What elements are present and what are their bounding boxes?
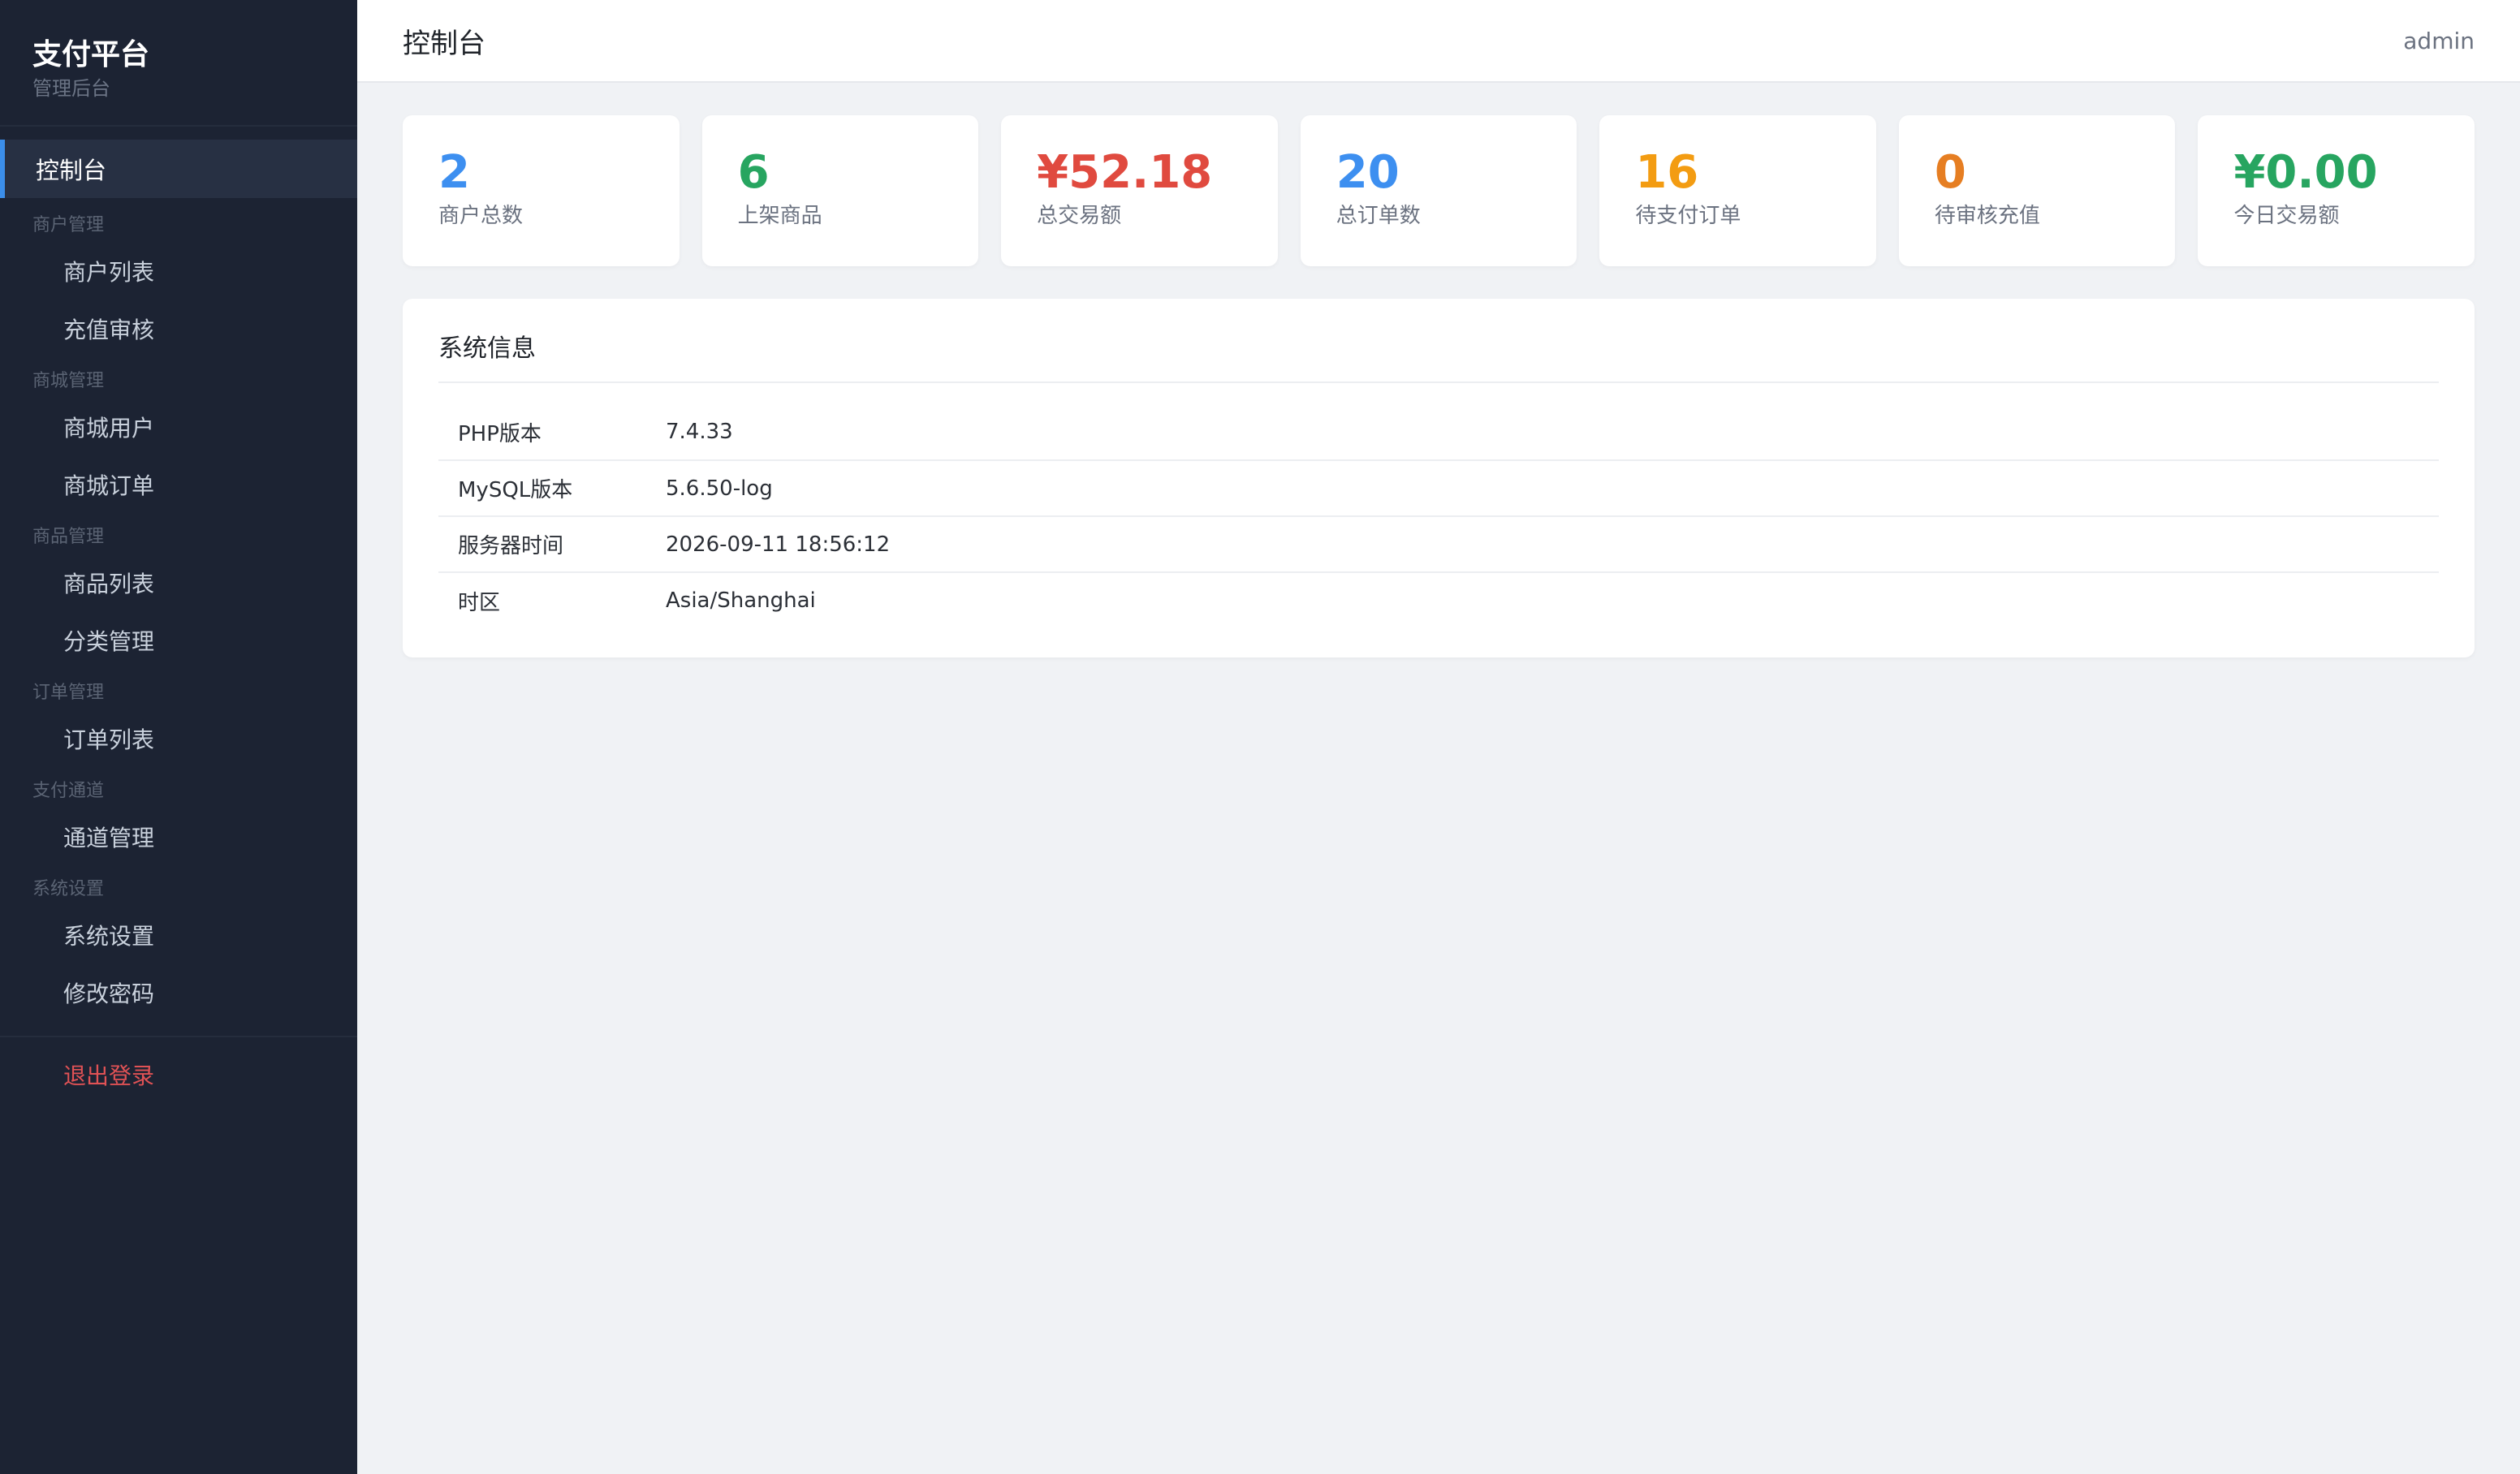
sidebar-item-system-settings[interactable]: 系统设置: [0, 906, 357, 963]
sidebar-divider: [0, 1036, 357, 1037]
info-value: Asia/Shanghai: [666, 588, 816, 613]
sidebar-item-product-list[interactable]: 商品列表: [0, 554, 357, 611]
stat-label: 商户总数: [438, 204, 524, 228]
stat-label: 待审核充值: [1934, 204, 2040, 228]
sidebar: 支付平台 管理后台 控制台 商户管理 商户列表 充值审核 商城管理 商城用户 商…: [0, 0, 357, 1474]
table-row: PHP版本 7.4.33: [438, 404, 2439, 461]
app-root: 支付平台 管理后台 控制台 商户管理 商户列表 充值审核 商城管理 商城用户 商…: [0, 0, 2520, 1474]
stat-value: 20: [1336, 146, 1400, 199]
main-area: 控制台 admin 2 商户总数 6 上架商品 ¥52.18 总交易额 20 总…: [357, 0, 2520, 1474]
info-value: 5.6.50-log: [666, 460, 2439, 517]
panel-title: 系统信息: [438, 328, 2439, 383]
stat-card-today-volume: ¥0.00 今日交易额: [2198, 115, 2475, 266]
sidebar-item-dashboard[interactable]: 控制台: [0, 140, 357, 198]
info-key: 时区: [458, 590, 501, 615]
sidebar-item-category-management[interactable]: 分类管理: [0, 611, 357, 669]
info-value: 2026-09-11 18:56:12: [666, 516, 2439, 573]
nav-group-mall: 商城管理: [32, 371, 105, 391]
stat-label: 今日交易额: [2233, 204, 2340, 228]
sidebar-item-mall-orders[interactable]: 商城订单: [0, 455, 357, 513]
info-key: 服务器时间: [438, 516, 666, 573]
stat-label: 总交易额: [1037, 204, 1122, 228]
sidebar-item-channel-management[interactable]: 通道管理: [0, 808, 357, 865]
sidebar-item-recharge-review[interactable]: 充值审核: [0, 300, 357, 357]
user-menu[interactable]: admin: [2403, 28, 2475, 54]
brand-subtitle: 管理后台: [32, 77, 110, 100]
nav-group-products: 商品管理: [32, 527, 105, 547]
sidebar-item-mall-users[interactable]: 商城用户: [0, 398, 357, 455]
table-row: 服务器时间 2026-09-11 18:56:12: [438, 516, 2439, 573]
sidebar-nav: 控制台 商户管理 商户列表 充值审核 商城管理 商城用户 商城订单 商品管理 商…: [0, 127, 357, 1099]
sidebar-item-change-password[interactable]: 修改密码: [0, 963, 357, 1021]
stat-value: 16: [1635, 146, 1699, 199]
stats-row: 2 商户总数 6 上架商品 ¥52.18 总交易额 20 总订单数 16 待支付…: [403, 115, 2475, 266]
system-info-panel: 系统信息 PHP版本 7.4.33 MySQL版本 5.6.50-log 服务器…: [403, 299, 2475, 657]
stat-card-total-orders: 20 总订单数: [1300, 115, 1577, 266]
stat-label: 总订单数: [1336, 204, 1421, 228]
stat-label: 上架商品: [737, 204, 822, 228]
stat-card-pending-payment: 16 待支付订单: [1599, 115, 1876, 266]
nav-group-system: 系统设置: [32, 879, 105, 899]
stat-value: 6: [737, 146, 770, 199]
sidebar-item-merchant-list[interactable]: 商户列表: [0, 242, 357, 300]
info-value: 7.4.33: [666, 404, 2439, 461]
stat-card-merchant-count: 2 商户总数: [403, 115, 680, 266]
stat-value: 0: [1934, 146, 1966, 199]
topbar: 控制台 admin: [357, 0, 2520, 83]
info-key: PHP版本: [438, 404, 666, 461]
stat-value: ¥52.18: [1037, 146, 1213, 199]
table-row: 时区 Asia/Shanghai: [438, 572, 2439, 628]
sidebar-item-order-list[interactable]: 订单列表: [0, 709, 357, 767]
stat-card-pending-recharge: 0 待审核充值: [1898, 115, 2176, 266]
stat-value: ¥0.00: [2233, 146, 2378, 199]
table-row: MySQL版本 5.6.50-log: [438, 460, 2439, 517]
stat-card-total-volume: ¥52.18 总交易额: [1001, 115, 1278, 266]
system-info-table: PHP版本 7.4.33 MySQL版本 5.6.50-log 服务器时间 20…: [438, 404, 2439, 628]
nav-group-payment-channel: 支付通道: [32, 781, 105, 801]
brand: 支付平台 管理后台: [0, 0, 357, 127]
page-title: 控制台: [403, 27, 485, 60]
dashboard-content: 2 商户总数 6 上架商品 ¥52.18 总交易额 20 总订单数 16 待支付…: [357, 83, 2520, 657]
nav-group-orders: 订单管理: [32, 683, 105, 703]
nav-group-merchant: 商户管理: [32, 215, 105, 235]
stat-card-listed-products: 6 上架商品: [701, 115, 979, 266]
stat-label: 待支付订单: [1635, 204, 1741, 228]
brand-title: 支付平台: [32, 38, 150, 71]
stat-value: 2: [438, 146, 470, 199]
info-key: MySQL版本: [438, 460, 666, 517]
logout-button[interactable]: 退出登录: [0, 1050, 357, 1099]
